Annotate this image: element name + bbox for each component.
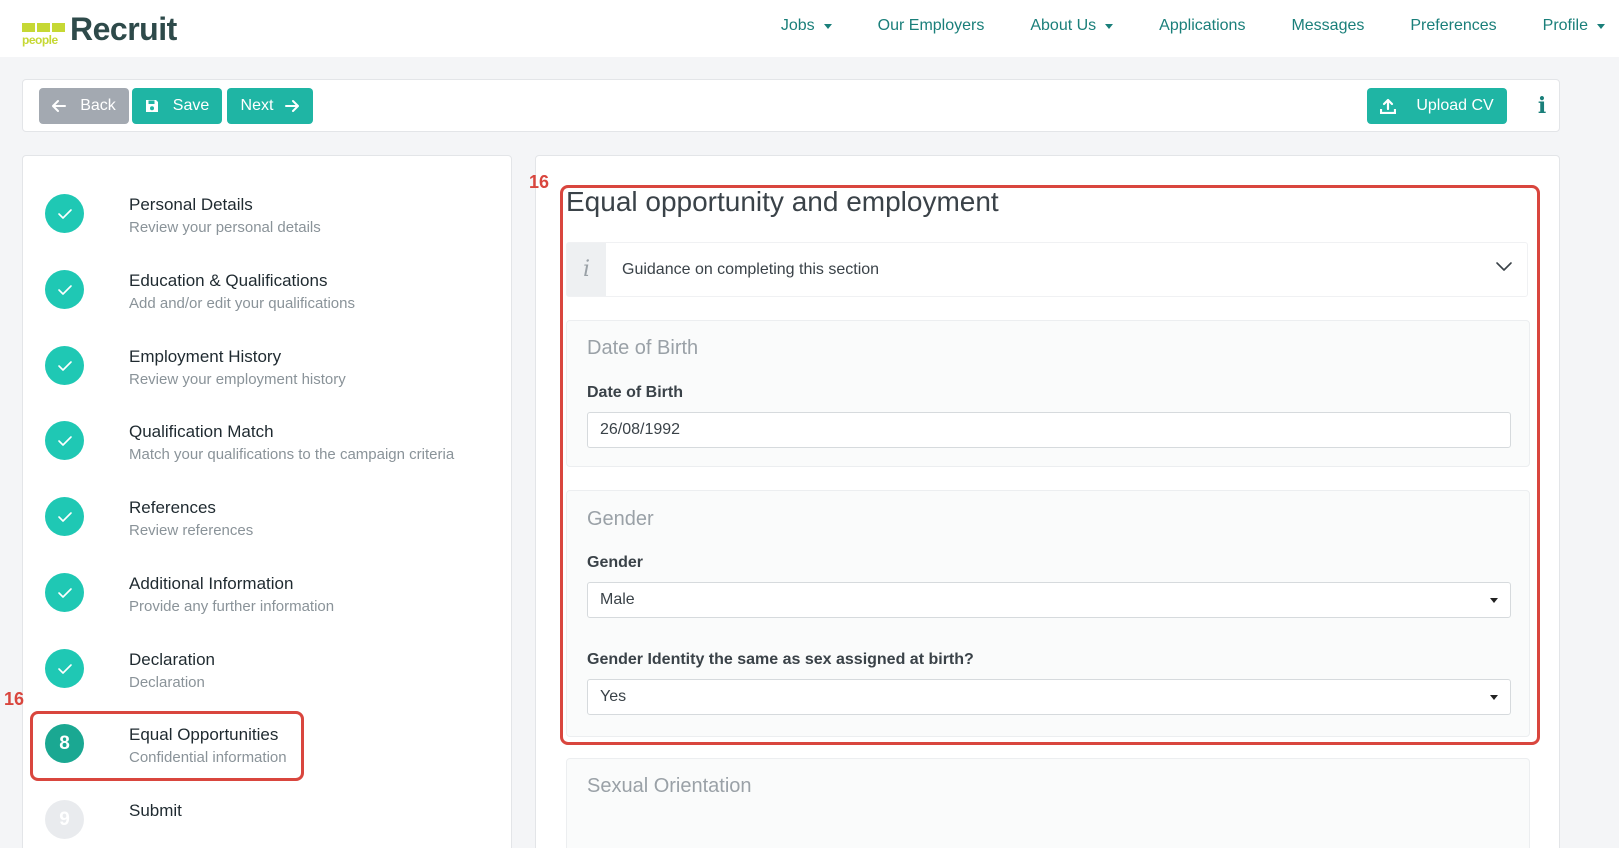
guidance-accordion[interactable]: i Guidance on completing this section xyxy=(566,242,1528,297)
step-title: Additional Information xyxy=(129,574,294,593)
check-icon xyxy=(45,270,84,309)
upload-cv-button[interactable]: Upload CV xyxy=(1367,88,1507,124)
caret-down-icon xyxy=(1490,598,1498,603)
upload-icon xyxy=(1380,98,1397,114)
gender-identity-select[interactable]: Yes xyxy=(587,679,1511,715)
step-subtitle: Provide any further information xyxy=(129,598,335,615)
info-icon[interactable]: i xyxy=(1533,90,1551,122)
sexual-orientation-card: Sexual Orientation xyxy=(566,758,1530,848)
page-title: Equal opportunity and employment xyxy=(566,186,999,217)
check-icon xyxy=(45,194,84,233)
step-submit[interactable]: 9 Submit xyxy=(45,800,505,848)
card-title: Date of Birth xyxy=(587,337,699,359)
check-icon xyxy=(45,649,84,688)
step-subtitle: Confidential information xyxy=(129,749,287,766)
arrow-right-icon xyxy=(285,100,300,112)
floppy-disk-icon xyxy=(145,100,158,112)
card-title: Sexual Orientation xyxy=(587,775,752,797)
application-steps-panel: Personal Details Review your personal de… xyxy=(22,155,512,848)
caret-down-icon xyxy=(1105,24,1114,29)
nav-about-us[interactable]: About Us xyxy=(1030,17,1114,35)
nav-profile[interactable]: Profile xyxy=(1543,17,1605,35)
step-title: Submit xyxy=(129,801,182,820)
caret-down-icon xyxy=(1597,24,1605,29)
check-icon xyxy=(45,497,84,536)
save-button[interactable]: Save xyxy=(132,88,222,124)
step-equal-opportunities[interactable]: 8 Equal Opportunities Confidential infor… xyxy=(45,724,505,784)
step-subtitle: Add and/or edit your qualifications xyxy=(129,295,355,312)
nav-preferences[interactable]: Preferences xyxy=(1410,17,1496,35)
step-employment-history[interactable]: Employment History Review your employmen… xyxy=(45,346,505,406)
nav-our-employers[interactable]: Our Employers xyxy=(878,17,985,35)
guidance-label: Guidance on completing this section xyxy=(622,261,880,278)
logo-mark-icon: people xyxy=(22,18,68,48)
check-icon xyxy=(45,573,84,612)
card-title: Gender xyxy=(587,508,654,530)
equal-opportunity-form-panel: Equal opportunity and employment i Guida… xyxy=(535,155,1560,848)
step-additional-information[interactable]: Additional Information Provide any furth… xyxy=(45,573,505,633)
check-icon xyxy=(45,421,84,460)
nav-menu: Jobs Our Employers About Us Applications… xyxy=(758,0,1619,52)
chevron-down-icon xyxy=(1496,262,1512,271)
step-number-badge: 8 xyxy=(45,724,84,763)
back-button[interactable]: Back xyxy=(39,88,129,124)
nav-applications[interactable]: Applications xyxy=(1159,17,1245,35)
caret-down-icon xyxy=(1490,695,1498,700)
step-title: Personal Details xyxy=(129,195,253,214)
step-title: References xyxy=(129,498,216,517)
annotation-marker: 16 xyxy=(529,172,550,192)
field-label: Gender Identity the same as sex assigned… xyxy=(587,651,974,668)
step-subtitle: Match your qualifications to the campaig… xyxy=(129,446,455,463)
top-navbar: people Recruit Jobs Our Employers About … xyxy=(0,0,1619,57)
step-declaration[interactable]: Declaration Declaration xyxy=(45,649,505,709)
step-title: Equal Opportunities xyxy=(129,725,279,744)
gender-card: Gender Gender Male Gender Identity the s… xyxy=(566,490,1530,737)
action-toolbar: Back Save Next Upload CV i xyxy=(22,79,1560,132)
step-subtitle: Review your personal details xyxy=(129,219,321,236)
step-subtitle: Review references xyxy=(129,522,254,539)
check-icon xyxy=(45,346,84,385)
step-title: Employment History xyxy=(129,347,282,366)
recruit-logo[interactable]: people Recruit xyxy=(22,8,177,48)
gender-select[interactable]: Male xyxy=(587,582,1511,618)
annotation-marker: 16 xyxy=(4,689,25,709)
step-title: Education & Qualifications xyxy=(129,271,328,290)
nav-jobs[interactable]: Jobs xyxy=(781,17,832,35)
step-title: Declaration xyxy=(129,650,215,669)
step-title: Qualification Match xyxy=(129,422,274,441)
step-education-qualifications[interactable]: Education & Qualifications Add and/or ed… xyxy=(45,270,505,330)
step-references[interactable]: References Review references xyxy=(45,497,505,557)
step-number-badge: 9 xyxy=(45,800,84,839)
nav-messages[interactable]: Messages xyxy=(1291,17,1364,35)
logo-text: Recruit xyxy=(70,11,177,47)
field-label: Gender xyxy=(587,554,644,571)
date-of-birth-input[interactable]: 26/08/1992 xyxy=(587,412,1511,448)
step-subtitle: Declaration xyxy=(129,674,205,691)
field-label: Date of Birth xyxy=(587,384,683,401)
step-personal-details[interactable]: Personal Details Review your personal de… xyxy=(45,194,505,254)
arrow-left-icon xyxy=(52,100,67,112)
info-icon: i xyxy=(567,243,606,296)
next-button[interactable]: Next xyxy=(227,88,313,124)
step-qualification-match[interactable]: Qualification Match Match your qualifica… xyxy=(45,421,505,481)
caret-down-icon xyxy=(823,24,832,29)
step-subtitle: Review your employment history xyxy=(129,371,346,388)
date-of-birth-card: Date of Birth Date of Birth 26/08/1992 xyxy=(566,320,1530,467)
